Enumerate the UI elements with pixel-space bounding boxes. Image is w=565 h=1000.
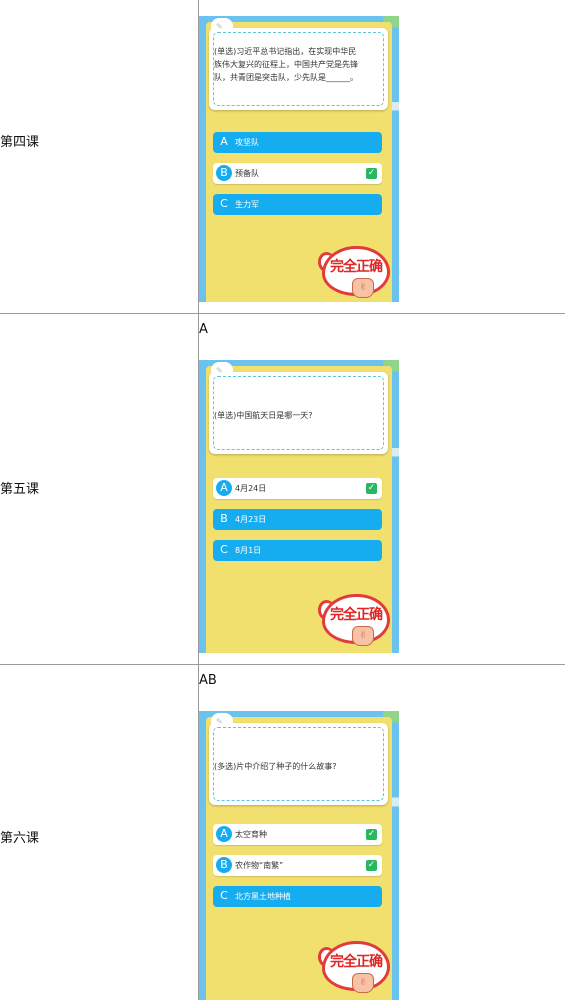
option-a[interactable]: A 4月24日 ✓ (213, 478, 382, 499)
question-box: ✎ (单选)中国航天日是哪一天? (209, 362, 388, 454)
lesson-label: 第四课 (0, 135, 40, 150)
option-a[interactable]: A 太空育种 ✓ (213, 824, 382, 845)
quiz-card: ✎ (单选)习近平总书记指出，在实现中华民 族伟大复兴的征程上，中国共产党是先锋… (206, 18, 392, 302)
correct-stamp: 完全正确 ✌ (318, 592, 390, 650)
question-box: ✎ (多选)片中介绍了种子的什么故事? (209, 713, 388, 805)
quiz-card: ✎ (单选)中国航天日是哪一天? A 4月24日 ✓ B 4月23日 C 8月1… (206, 362, 392, 653)
option-c[interactable]: C 8月1日 (213, 540, 382, 561)
option-b[interactable]: B 预备队 ✓ (213, 163, 382, 184)
victory-hand-icon: ✌ (352, 626, 374, 646)
question-text: (单选)中国航天日是哪一天? (214, 411, 313, 420)
option-c[interactable]: C 北方黑土地种植 (213, 886, 382, 907)
checkmark-icon: ✓ (366, 829, 377, 840)
question-text: (多选)片中介绍了种子的什么故事? (214, 762, 337, 771)
correct-stamp: 完全正确 ✌ (318, 244, 390, 302)
victory-hand-icon: ✌ (352, 973, 374, 993)
note-icon: ✎ (216, 22, 223, 31)
lesson-label: 第五课 (0, 482, 40, 497)
question-text: (单选)习近平总书记指出，在实现中华民 族伟大复兴的征程上，中国共产党是先锋 队… (214, 47, 358, 82)
checkmark-icon: ✓ (366, 483, 377, 494)
checkmark-icon: ✓ (366, 168, 377, 179)
option-b[interactable]: B 4月23日 (213, 509, 382, 530)
option-c[interactable]: C 生力军 (213, 194, 382, 215)
answer-text: AB (199, 673, 217, 688)
answer-text: A (199, 322, 208, 337)
question-box: ✎ (单选)习近平总书记指出，在实现中华民 族伟大复兴的征程上，中国共产党是先锋… (209, 18, 388, 110)
note-icon: ✎ (216, 366, 223, 375)
quiz-screenshot: ✎ (单选)中国航天日是哪一天? A 4月24日 ✓ B 4月23日 C 8月1… (199, 360, 399, 653)
lesson-label: 第六课 (0, 831, 40, 846)
checkmark-icon: ✓ (366, 860, 377, 871)
option-a[interactable]: A 攻坚队 (213, 132, 382, 153)
quiz-card: ✎ (多选)片中介绍了种子的什么故事? A 太空育种 ✓ B 农作物“南繁” ✓… (206, 713, 392, 1000)
table-row-divider (0, 313, 565, 314)
correct-stamp: 完全正确 ✌ (318, 939, 390, 997)
table-row-divider (0, 664, 565, 665)
victory-hand-icon: ✌ (352, 278, 374, 298)
quiz-screenshot: ✎ (多选)片中介绍了种子的什么故事? A 太空育种 ✓ B 农作物“南繁” ✓… (199, 711, 399, 1000)
note-icon: ✎ (216, 717, 223, 726)
quiz-screenshot: ✎ (单选)习近平总书记指出，在实现中华民 族伟大复兴的征程上，中国共产党是先锋… (199, 16, 399, 302)
option-b[interactable]: B 农作物“南繁” ✓ (213, 855, 382, 876)
